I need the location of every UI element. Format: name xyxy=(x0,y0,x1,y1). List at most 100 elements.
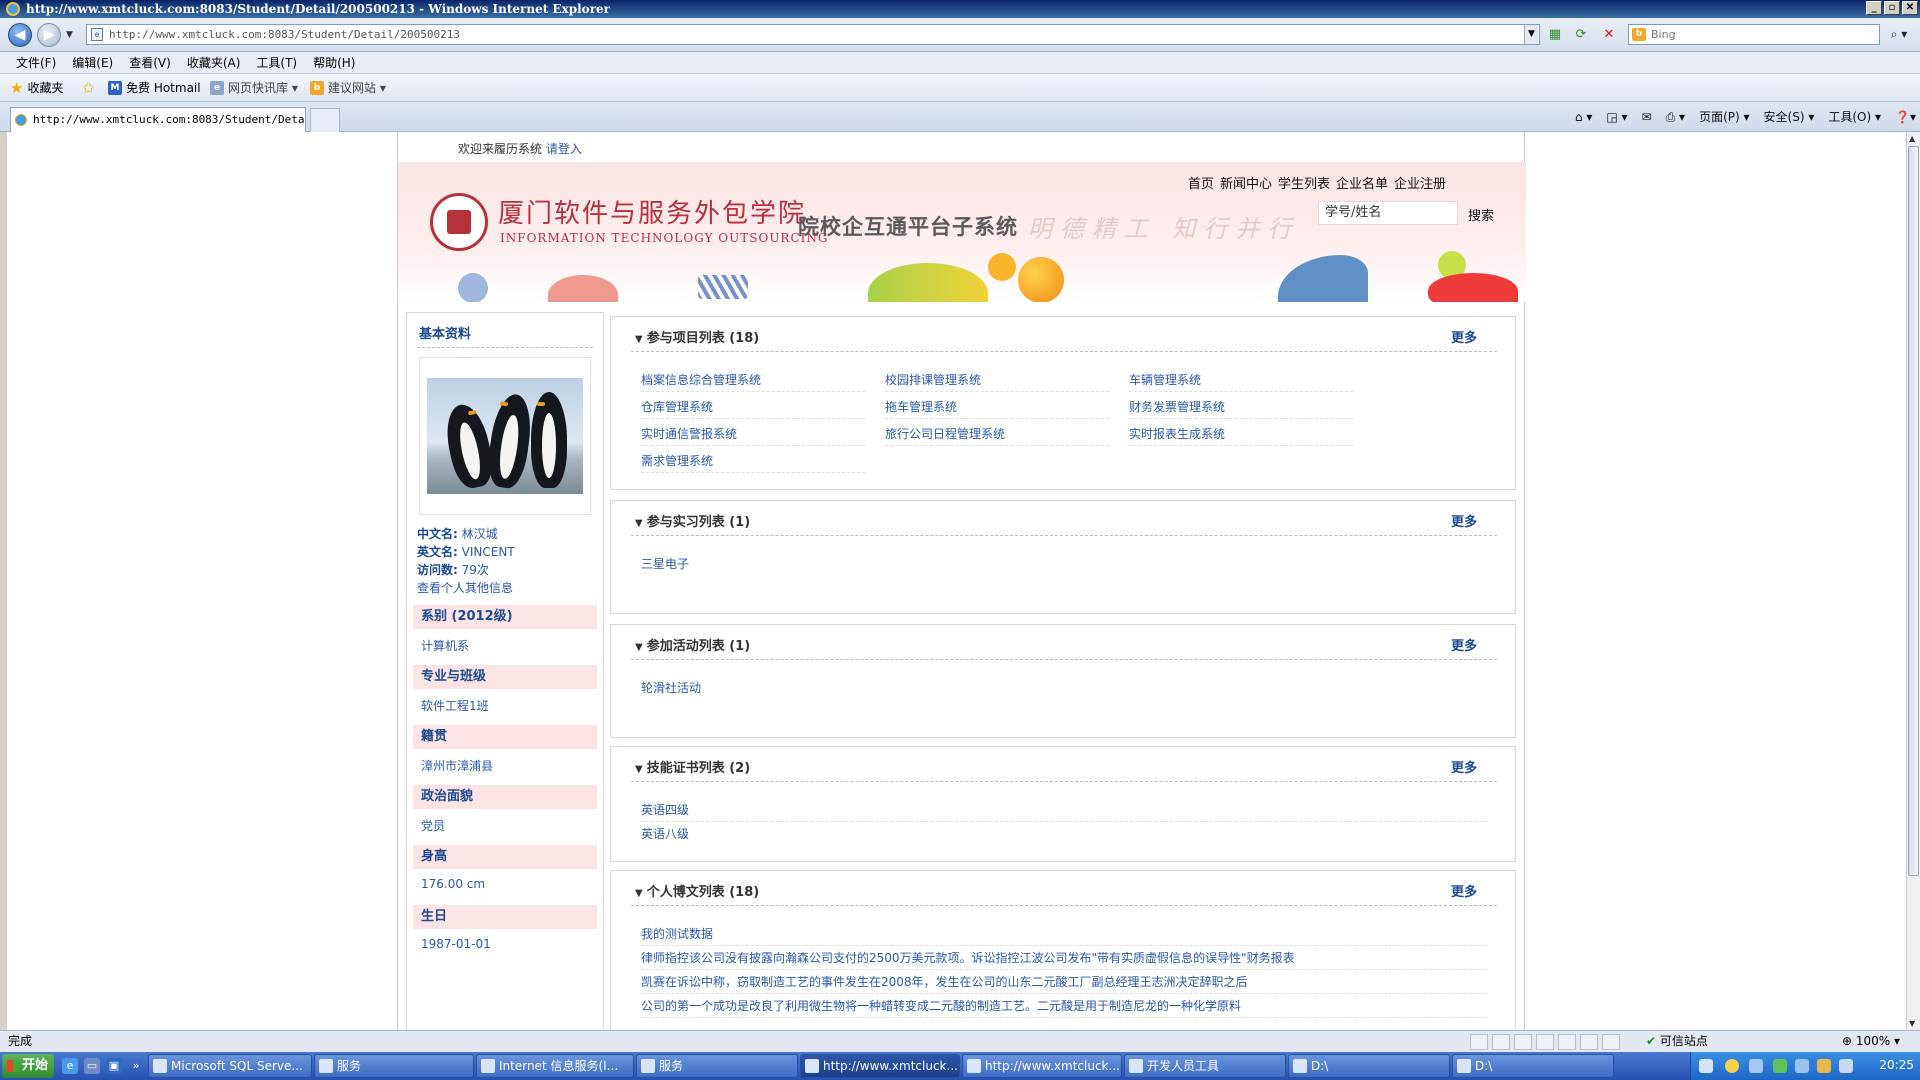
refresh-icon[interactable]: ⟳ xyxy=(1572,26,1590,44)
task-dev-tools[interactable]: 开发人员工具 xyxy=(1124,1054,1286,1078)
zoom-level[interactable]: ⊕ 100% ▾ xyxy=(1842,1031,1900,1052)
menu-help[interactable]: 帮助(H) xyxy=(305,52,363,73)
favorites-button[interactable]: ★ 收藏夹 xyxy=(10,80,63,96)
menu-tools[interactable]: 工具(T) xyxy=(248,52,305,73)
tray-icon[interactable] xyxy=(1795,1059,1809,1073)
fav-item-hotmail[interactable]: M 免费 Hotmail xyxy=(108,80,201,96)
project-item[interactable]: 校园排课管理系统 xyxy=(885,371,1109,392)
task-drive-d[interactable]: D:\ xyxy=(1288,1054,1450,1078)
project-item[interactable]: 旅行公司日程管理系统 xyxy=(885,425,1109,446)
nav-home[interactable]: 首页 xyxy=(1188,173,1214,192)
tools-menu[interactable]: 工具(O) ▾ xyxy=(1828,108,1881,126)
new-tab-button[interactable] xyxy=(310,108,340,132)
projects-more-link[interactable]: 更多 xyxy=(1451,327,1477,346)
project-item[interactable]: 实时报表生成系统 xyxy=(1129,425,1353,446)
collapse-triangle-icon[interactable]: ▼ xyxy=(635,642,643,653)
safety-menu[interactable]: 安全(S) ▾ xyxy=(1764,108,1815,126)
task-ie-2[interactable]: http://www.xmtcluck... xyxy=(962,1054,1122,1078)
project-item[interactable]: 需求管理系统 xyxy=(641,452,865,473)
minimize-button[interactable]: _ xyxy=(1866,1,1882,15)
tray-icon[interactable] xyxy=(1749,1059,1763,1073)
activities-more-link[interactable]: 更多 xyxy=(1451,635,1477,654)
login-link[interactable]: 请登入 xyxy=(546,142,582,156)
collapse-triangle-icon[interactable]: ▼ xyxy=(635,764,643,775)
nav-company-register[interactable]: 企业注册 xyxy=(1394,173,1446,192)
help-icon[interactable]: ❓▾ xyxy=(1895,108,1916,126)
nav-students[interactable]: 学生列表 xyxy=(1278,173,1330,192)
other-info-link[interactable]: 查看个人其他信息 xyxy=(417,581,513,595)
ime-icon[interactable] xyxy=(1699,1059,1713,1073)
close-window-button[interactable]: ✕ xyxy=(1902,1,1918,15)
help-tray-icon[interactable] xyxy=(1725,1059,1739,1073)
quicklaunch-desktop-icon[interactable]: ▭ xyxy=(84,1058,100,1074)
blog-item[interactable]: 律师指控该公司没有披露向瀚森公司支付的2500万美元款项。诉讼指控江波公司发布"… xyxy=(641,949,1487,970)
certificates-more-link[interactable]: 更多 xyxy=(1451,757,1477,776)
tray-icon[interactable] xyxy=(1817,1059,1831,1073)
task-sql-server[interactable]: Microsoft SQL Serve... xyxy=(148,1054,312,1078)
vertical-scrollbar[interactable]: ▲ ▼ xyxy=(1906,132,1920,1030)
project-item[interactable]: 仓库管理系统 xyxy=(641,398,865,419)
project-item[interactable]: 财务发票管理系统 xyxy=(1129,398,1353,419)
task-ie-1[interactable]: http://www.xmtcluck... xyxy=(800,1054,960,1078)
fav-item-suggested[interactable]: b 建议网站 ▾ xyxy=(310,80,386,96)
blog-item[interactable]: 凯赛在诉讼中称，窃取制造工艺的事件发生在2008年，发生在公司的山东二元酸工厂副… xyxy=(641,973,1487,994)
home-icon[interactable]: ⌂ ▾ xyxy=(1575,108,1592,126)
history-dropdown-icon[interactable]: ▼ xyxy=(66,30,73,40)
maximize-button[interactable]: ▫ xyxy=(1884,1,1900,15)
bing-search-input[interactable]: b Bing xyxy=(1628,24,1880,45)
back-button[interactable]: ◀ xyxy=(8,23,32,47)
tab-student-detail[interactable]: http://www.xmtcluck.com:8083/Student/Det… xyxy=(10,107,306,133)
collapse-triangle-icon[interactable]: ▼ xyxy=(635,518,643,529)
compatibility-view-icon[interactable]: ▦ xyxy=(1546,26,1564,44)
project-item[interactable]: 车辆管理系统 xyxy=(1129,371,1353,392)
collapse-triangle-icon[interactable]: ▼ xyxy=(635,888,643,899)
task-drive-d-2[interactable]: D:\ xyxy=(1452,1054,1614,1078)
scroll-down-icon[interactable]: ▼ xyxy=(1909,1019,1915,1028)
zoom-dropdown-icon[interactable]: ▾ xyxy=(1894,1034,1900,1048)
blog-item[interactable]: 公司的第一个成功是改良了利用微生物将一种蜡转变成二元酸的制造工艺。二元酸是用于制… xyxy=(641,997,1487,1018)
scrollbar-thumb[interactable] xyxy=(1908,146,1919,876)
forward-button[interactable]: ▶ xyxy=(37,23,61,47)
mail-icon[interactable]: ✉ xyxy=(1642,108,1652,126)
url-input[interactable]: e http://www.xmtcluck.com:8083/Student/D… xyxy=(86,24,1540,45)
stop-icon[interactable]: ✕ xyxy=(1600,26,1618,44)
certificate-item[interactable]: 英语四级 xyxy=(641,801,1487,822)
certificate-item[interactable]: 英语八级 xyxy=(641,825,689,842)
network-icon[interactable] xyxy=(1773,1059,1787,1073)
quicklaunch-app-icon[interactable]: ▣ xyxy=(106,1058,122,1074)
print-icon[interactable]: ⎙ ▾ xyxy=(1666,108,1685,126)
url-dropdown-icon[interactable]: ▼ xyxy=(1524,25,1538,44)
fav-item-webslices[interactable]: e 网页快讯库 ▾ xyxy=(210,80,298,96)
collapse-triangle-icon[interactable]: ▼ xyxy=(635,334,643,345)
project-item[interactable]: 实时通信警报系统 xyxy=(641,425,865,446)
student-search-input[interactable]: 学号/姓名 xyxy=(1318,201,1458,225)
internships-more-link[interactable]: 更多 xyxy=(1451,511,1477,530)
task-services[interactable]: 服务 xyxy=(314,1054,474,1078)
quicklaunch-more-icon[interactable]: » xyxy=(128,1058,144,1074)
project-item[interactable]: 档案信息综合管理系统 xyxy=(641,371,865,392)
clock: 20:25 xyxy=(1879,1058,1914,1072)
tray-icon[interactable] xyxy=(1839,1059,1853,1073)
project-item[interactable]: 拖车管理系统 xyxy=(885,398,1109,419)
student-search-button[interactable]: 搜索 xyxy=(1468,205,1494,224)
start-button[interactable]: 开始 xyxy=(2,1054,54,1078)
menu-view[interactable]: 查看(V) xyxy=(121,52,179,73)
blogs-more-link[interactable]: 更多 xyxy=(1451,881,1477,900)
menu-favorites[interactable]: 收藏夹(A) xyxy=(179,52,249,73)
quicklaunch-ie-icon[interactable]: e xyxy=(62,1058,78,1074)
add-favorite-button[interactable]: ✩ xyxy=(82,80,95,96)
task-services-2[interactable]: 服务 xyxy=(636,1054,798,1078)
page-menu[interactable]: 页面(P) ▾ xyxy=(1699,108,1749,126)
scroll-up-icon[interactable]: ▲ xyxy=(1909,134,1915,143)
activity-item[interactable]: 轮滑社活动 xyxy=(641,679,701,696)
blog-item[interactable]: 我的测试数据 xyxy=(641,925,1487,946)
task-iis[interactable]: Internet 信息服务(I... xyxy=(476,1054,634,1078)
security-zone[interactable]: ✔ 可信站点 xyxy=(1646,1031,1708,1052)
nav-news[interactable]: 新闻中心 xyxy=(1220,173,1272,192)
search-go-icon[interactable]: ⌕ ▾ xyxy=(1884,25,1914,44)
nav-companies[interactable]: 企业名单 xyxy=(1336,173,1388,192)
feeds-icon[interactable]: ◲ ▾ xyxy=(1606,108,1627,126)
internship-item[interactable]: 三星电子 xyxy=(641,555,689,572)
menu-edit[interactable]: 编辑(E) xyxy=(64,52,121,73)
menu-file[interactable]: 文件(F) xyxy=(8,52,64,73)
